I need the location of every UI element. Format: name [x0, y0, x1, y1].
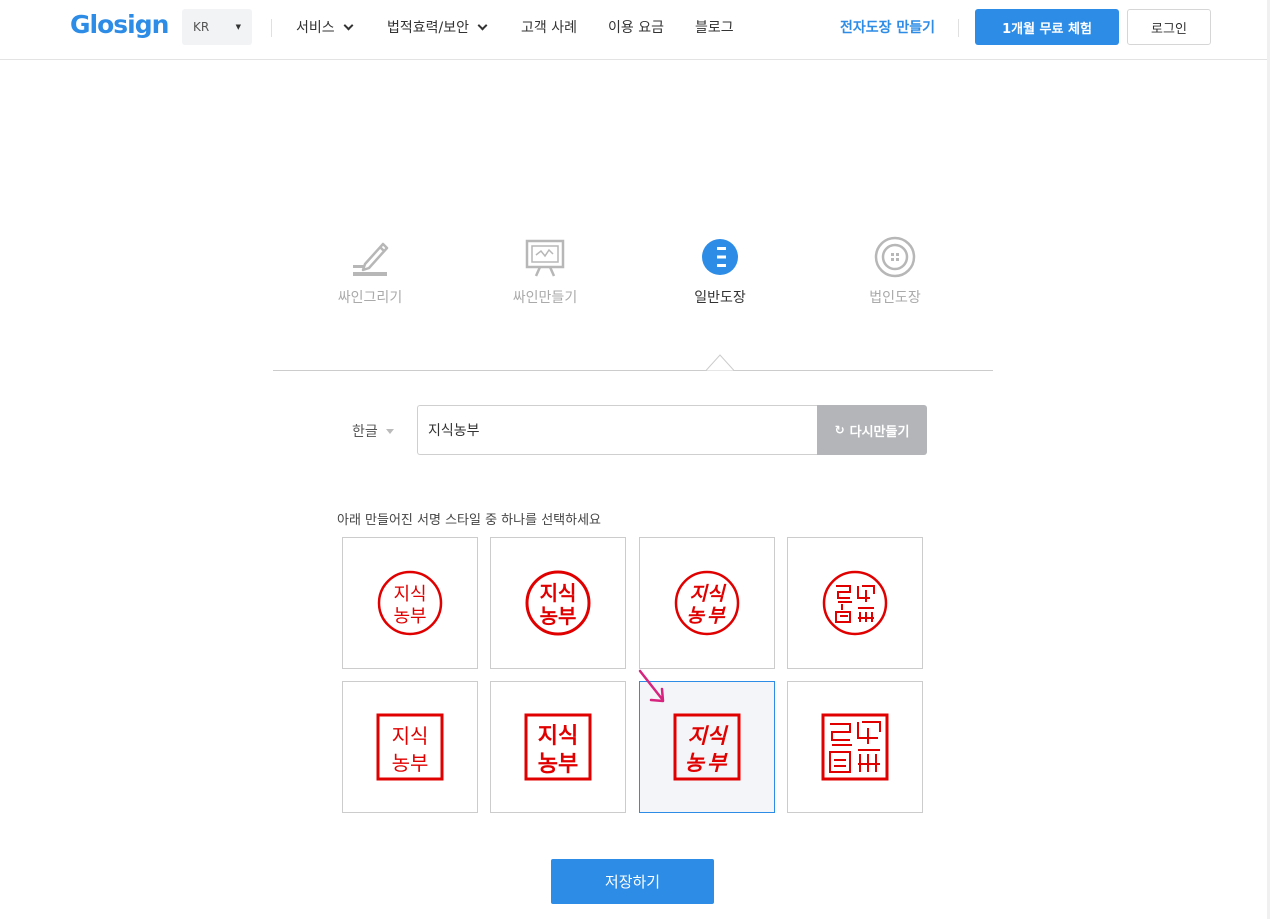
stamp-line1: 지식 [690, 583, 727, 605]
save-button[interactable]: 저장하기 [551, 859, 714, 904]
corporate-stamp-icon [840, 234, 950, 278]
refresh-icon: ↻ [834, 423, 845, 437]
general-stamp-icon [665, 234, 775, 278]
language-label: KR [193, 20, 210, 34]
caret-down-icon: ▼ [235, 23, 241, 31]
stamp-circle-light: 지식 농부 [377, 570, 443, 636]
stamp-option-2[interactable]: 지식 농부 [490, 537, 626, 669]
stamp-line2: 농부 [538, 752, 578, 777]
tab-general-stamp-label: 일반도장 [694, 290, 746, 306]
regenerate-button-label: 다시만들기 [849, 424, 910, 440]
stamp-line2: 농부 [393, 606, 426, 627]
stamp-line1: 지식 [688, 724, 729, 748]
tab-corporate-stamp-label: 법인도장 [869, 290, 921, 306]
tab-make-sign-label: 싸인만들기 [512, 290, 578, 306]
free-trial-button[interactable]: 1개월 무료 체험 [975, 9, 1119, 45]
stamp-square-light: 지식 농부 [376, 713, 444, 781]
glosign-logo[interactable]: Glosign [70, 10, 169, 39]
nav-blog[interactable]: 블로그 [695, 17, 734, 37]
nav-customer-cases[interactable]: 고객 사례 [521, 17, 577, 37]
chevron-down-icon [477, 20, 488, 30]
nav-service[interactable]: 서비스 [296, 17, 354, 37]
stamp-square-seal [821, 713, 889, 781]
tab-draw-sign-label: 싸인그리기 [337, 290, 403, 306]
nav-pricing[interactable]: 이용 요금 [608, 17, 664, 37]
signature-board-icon [490, 234, 600, 278]
stamp-line2: 농부 [687, 605, 728, 627]
caret-down-icon [385, 428, 394, 434]
stamp-option-6[interactable]: 지식 농부 [490, 681, 626, 813]
active-tab-indicator [706, 354, 734, 371]
stamp-circle-brush: 지식 농부 [674, 570, 740, 636]
tab-divider [273, 370, 993, 371]
regenerate-button[interactable]: ↻ 다시만들기 [817, 405, 927, 455]
stamp-line2: 농부 [685, 751, 730, 775]
tab-make-sign[interactable]: 싸인만들기 [490, 234, 600, 307]
stamp-line2: 농부 [392, 751, 429, 775]
stamp-line1: 지식 [538, 724, 578, 749]
make-e-stamp-link[interactable]: 전자도장 만들기 [840, 17, 935, 37]
divider [958, 19, 959, 37]
stamp-circle-bold: 지식 농부 [525, 570, 591, 636]
login-button[interactable]: 로그인 [1127, 9, 1211, 45]
nav-legal-security-label: 법적효력/보안 [387, 20, 469, 36]
instruction-text: 아래 만들어진 서명 스타일 중 하나를 선택하세요 [337, 513, 601, 528]
stamp-line1: 지식 [393, 584, 426, 605]
script-select[interactable]: 한글 [352, 421, 394, 441]
nav-legal-security[interactable]: 법적효력/보안 [387, 17, 488, 37]
stamp-line1: 지식 [392, 724, 429, 748]
tab-general-stamp[interactable]: 일반도장 [665, 234, 775, 307]
tab-draw-sign[interactable]: 싸인그리기 [315, 234, 425, 307]
stamp-option-1[interactable]: 지식 농부 [342, 537, 478, 669]
stamp-square-bold: 지식 농부 [524, 713, 592, 781]
stamp-option-8[interactable] [787, 681, 923, 813]
pen-draw-icon [315, 234, 425, 278]
stamp-option-4[interactable] [787, 537, 923, 669]
site-header: Glosign KR ▼ 서비스 법적효력/보안 고객 사례 이용 요금 블로그… [0, 0, 1270, 60]
script-select-value: 한글 [352, 424, 378, 440]
stamp-square-brush: 지식 농부 [673, 713, 741, 781]
nav-service-label: 서비스 [296, 20, 335, 36]
stamp-option-5[interactable]: 지식 농부 [342, 681, 478, 813]
stamp-line2: 농부 [540, 604, 577, 628]
language-selector[interactable]: KR ▼ [182, 9, 252, 45]
divider [271, 19, 272, 37]
name-input[interactable] [417, 405, 819, 455]
pointer-arrow-icon [638, 669, 665, 703]
stamp-line1: 지식 [540, 581, 577, 605]
stamp-option-3[interactable]: 지식 농부 [639, 537, 775, 669]
tab-corporate-stamp[interactable]: 법인도장 [840, 234, 950, 307]
chevron-down-icon [343, 20, 354, 30]
stamp-circle-seal [822, 570, 888, 636]
